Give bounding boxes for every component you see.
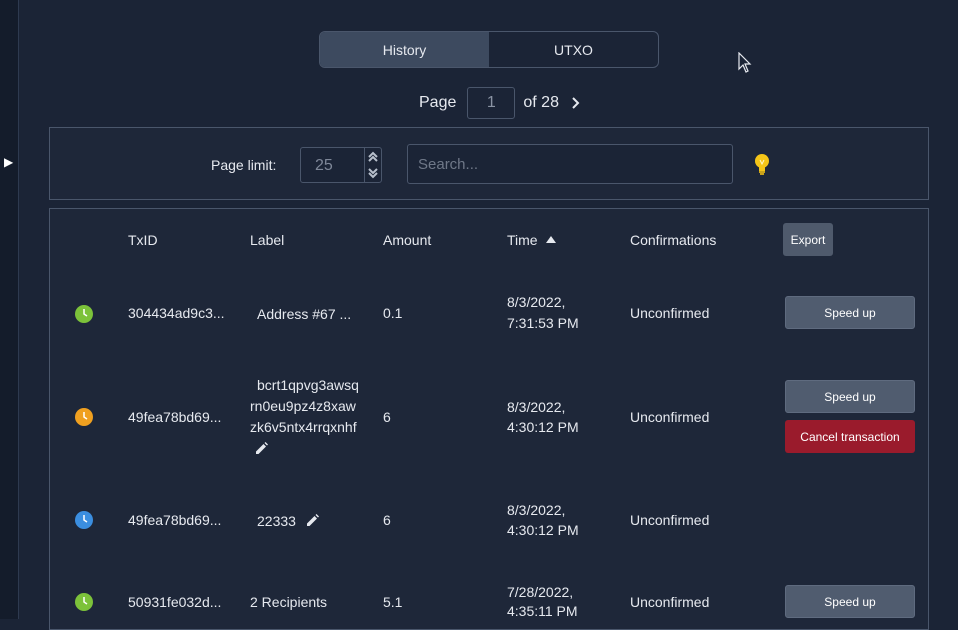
row-confirmations: Unconfirmed (630, 409, 710, 425)
row-amount: 5.1 (383, 594, 403, 610)
speed-up-button[interactable]: Speed up (785, 296, 915, 329)
header-txid[interactable]: TxID (128, 230, 158, 251)
cancel-transaction-button[interactable]: Cancel transaction (785, 420, 915, 453)
page-limit-label: Page limit: (211, 157, 277, 173)
view-tabs: History UTXO (319, 31, 659, 68)
row-confirmations: Unconfirmed (630, 594, 710, 610)
row-time-date: 8/3/2022, (507, 294, 566, 310)
row-label-line: bcrt1qpvg3awsq (257, 377, 359, 393)
row-label: 22333 (257, 513, 296, 529)
header-time[interactable]: Time (507, 230, 556, 251)
row-time-date: 8/3/2022, (507, 502, 566, 518)
page-limit-select[interactable]: 25 (300, 147, 382, 183)
tab-utxo[interactable]: UTXO (489, 32, 658, 67)
row-label: 2 Recipients (250, 594, 328, 610)
row-txid[interactable]: 49fea78bd69... (128, 407, 221, 428)
sidebar-expand-icon[interactable]: ▶ (4, 155, 13, 169)
pagination: Page of 28 (419, 86, 587, 120)
header-amount[interactable]: Amount (383, 230, 431, 251)
row-txid[interactable]: 304434ad9c3... (128, 303, 225, 324)
header-confirmations[interactable]: Confirmations (630, 230, 716, 251)
sort-ascending-icon (545, 236, 556, 243)
row-confirmations: Unconfirmed (630, 305, 710, 321)
filter-panel: Page limit: 25 (49, 127, 929, 200)
page-label: Page (419, 94, 457, 111)
row-time-date: 8/3/2022, (507, 399, 566, 415)
speed-up-button[interactable]: Speed up (785, 585, 915, 618)
row-time-date: 7/28/2022, (507, 584, 574, 600)
speed-up-button[interactable]: Speed up (785, 380, 915, 413)
status-clock-icon (75, 305, 93, 323)
status-clock-icon (75, 511, 93, 529)
lightbulb-icon[interactable] (751, 152, 773, 176)
sidebar: ▶ (0, 0, 19, 619)
row-label: Address #67 ... (257, 306, 352, 322)
status-clock-icon (75, 593, 93, 611)
row-time-clock: 7:31:53 PM (507, 315, 579, 331)
row-time-clock: 4:30:12 PM (507, 419, 579, 435)
row-time-clock: 4:30:12 PM (507, 522, 579, 538)
row-label-line: rn0eu9pz4z8xaw (250, 398, 356, 414)
row-amount: 0.1 (383, 305, 403, 321)
mouse-cursor-icon (738, 52, 752, 73)
transactions-table: TxID Label Amount Time Confirmations Exp… (49, 208, 929, 630)
search-input[interactable] (407, 144, 733, 184)
page-number-input[interactable] (467, 87, 516, 119)
tab-history[interactable]: History (320, 32, 489, 67)
export-button[interactable]: Export (783, 223, 833, 256)
page-limit-value: 25 (315, 157, 333, 174)
page-total-label: of 28 (523, 94, 559, 111)
edit-pencil-icon[interactable] (306, 514, 319, 527)
status-clock-icon (75, 408, 93, 426)
row-amount: 6 (383, 512, 391, 528)
edit-pencil-icon[interactable] (255, 442, 268, 455)
row-txid[interactable]: 49fea78bd69... (128, 510, 221, 531)
next-page-icon[interactable] (565, 92, 587, 114)
row-label-line: zk6v5ntx4rrqxnhf (250, 419, 357, 435)
row-confirmations: Unconfirmed (630, 512, 710, 528)
header-label[interactable]: Label (250, 230, 284, 251)
row-amount: 6 (383, 409, 391, 425)
row-txid[interactable]: 50931fe032d... (128, 592, 221, 613)
header-time-label: Time (507, 232, 538, 248)
chevron-up-down-icon (364, 148, 381, 182)
